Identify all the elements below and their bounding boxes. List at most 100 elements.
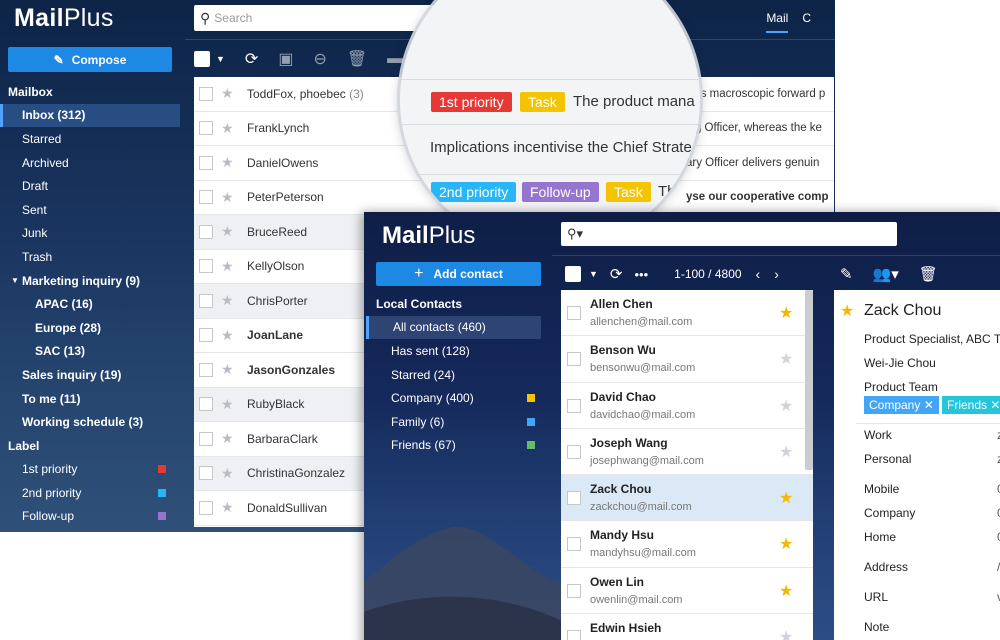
contact-row[interactable]: Mandy Hsu mandyhsu@mail.com ★ — [561, 521, 813, 568]
row-checkbox[interactable] — [199, 190, 213, 205]
star-icon[interactable]: ★ — [221, 396, 237, 413]
sidebar-item-14[interactable]: Working schedule (3) — [0, 410, 180, 434]
row-checkbox[interactable] — [199, 293, 213, 308]
sidebar-item-6[interactable]: Junk — [0, 222, 180, 246]
row-checkbox[interactable] — [199, 431, 213, 446]
star-icon[interactable]: ★ — [779, 303, 793, 323]
add-contact-button[interactable]: + Add contact — [376, 262, 541, 286]
contact-group-4[interactable]: Company (400) — [364, 386, 552, 410]
sidebar-item-10[interactable]: Europe (28) — [0, 316, 180, 340]
row-checkbox[interactable] — [567, 444, 581, 459]
star-icon[interactable]: ★ — [221, 85, 237, 102]
archive-icon[interactable]: ▣ — [278, 49, 293, 69]
sidebar-item-8[interactable]: ▼ Marketing inquiry (9) — [0, 269, 180, 293]
row-checkbox[interactable] — [567, 352, 581, 367]
star-icon[interactable]: ★ — [221, 430, 237, 447]
mailplus-logo[interactable]: MailPlus — [14, 4, 114, 33]
chip-company[interactable]: Company ✕ — [864, 396, 939, 414]
star-icon[interactable]: ★ — [779, 349, 793, 369]
star-icon[interactable]: ★ — [779, 396, 793, 416]
sidebar-item-13[interactable]: To me (11) — [0, 387, 180, 411]
sidebar-item-2[interactable]: Starred — [0, 127, 180, 151]
sidebar-item-7[interactable]: Trash — [0, 245, 180, 269]
select-all-dropdown[interactable]: ▼ — [194, 51, 225, 67]
sidebar-item-18[interactable]: Follow-up — [0, 505, 180, 529]
tab-contacts[interactable]: C — [802, 11, 811, 33]
chevron-down-icon[interactable]: ▼ — [589, 269, 598, 279]
row-checkbox[interactable] — [199, 86, 213, 101]
row-checkbox[interactable] — [199, 466, 213, 481]
star-icon[interactable]: ★ — [221, 120, 237, 137]
sidebar-item-17[interactable]: 2nd priority — [0, 481, 180, 505]
mailplus-logo-contacts[interactable]: MailPlus — [382, 222, 475, 250]
trash-icon[interactable]: 🗑 — [347, 49, 367, 69]
sidebar-item-1[interactable]: Inbox (312) — [0, 103, 180, 128]
row-checkbox[interactable] — [199, 328, 213, 343]
contacts-search-input[interactable]: ⚲▾ — [561, 222, 897, 246]
chevron-right-icon[interactable]: › — [774, 266, 779, 282]
sidebar-item-16[interactable]: 1st priority — [0, 458, 180, 482]
row-checkbox[interactable] — [199, 155, 213, 170]
star-icon[interactable]: ★ — [221, 292, 237, 309]
sidebar-item-12[interactable]: Sales inquiry (19) — [0, 363, 180, 387]
star-icon[interactable]: ★ — [779, 581, 793, 601]
row-checkbox[interactable] — [199, 362, 213, 377]
contact-group-icon[interactable]: 👥▾ — [873, 265, 899, 283]
row-checkbox[interactable] — [567, 630, 581, 640]
star-icon[interactable]: ★ — [221, 465, 237, 482]
star-icon[interactable]: ★ — [221, 361, 237, 378]
sidebar-item-9[interactable]: APAC (16) — [0, 292, 180, 316]
sidebar-item-5[interactable]: Sent — [0, 198, 180, 222]
chevron-left-icon[interactable]: ‹ — [756, 266, 761, 282]
row-checkbox[interactable] — [199, 224, 213, 239]
sidebar-item-11[interactable]: SAC (13) — [0, 340, 180, 364]
star-icon[interactable]: ★ — [221, 327, 237, 344]
refresh-icon[interactable]: ⟳ — [610, 265, 623, 283]
star-icon[interactable]: ★ — [221, 189, 237, 206]
contact-group-5[interactable]: Family (6) — [364, 410, 552, 434]
chip-friends[interactable]: Friends ✕ — [942, 396, 1000, 414]
contact-row[interactable]: Joseph Wang josephwang@mail.com ★ — [561, 429, 813, 476]
block-icon[interactable]: ⊖ — [313, 49, 326, 69]
star-icon[interactable]: ★ — [221, 258, 237, 275]
select-all-checkbox[interactable] — [194, 51, 210, 67]
row-checkbox[interactable] — [567, 583, 581, 598]
contact-row[interactable]: Edwin Hsieh ★ — [561, 614, 813, 640]
contact-group-3[interactable]: Starred (24) — [364, 363, 552, 387]
contact-group-1[interactable]: All contacts (460) — [366, 315, 541, 340]
star-icon[interactable]: ★ — [221, 223, 237, 240]
contact-row[interactable]: David Chao davidchao@mail.com ★ — [561, 383, 813, 429]
contact-list-scrollbar[interactable] — [805, 290, 813, 470]
sidebar-item-4[interactable]: Draft — [0, 174, 180, 198]
contact-row[interactable]: Benson Wu bensonwu@mail.com ★ — [561, 336, 813, 383]
sidebar-item-3[interactable]: Archived — [0, 151, 180, 175]
contact-row[interactable]: Zack Chou zackchou@mail.com ★ — [561, 475, 813, 522]
contact-row[interactable]: Allen Chen allenchen@mail.com ★ — [561, 290, 813, 337]
chevron-down-icon[interactable]: ▼ — [216, 54, 225, 64]
select-all-checkbox[interactable] — [565, 266, 581, 282]
star-icon[interactable]: ★ — [779, 488, 793, 508]
row-checkbox[interactable] — [199, 259, 213, 274]
contact-row[interactable]: Owen Lin owenlin@mail.com ★ — [561, 568, 813, 615]
refresh-icon[interactable]: ⟳ — [245, 49, 258, 69]
star-icon[interactable]: ★ — [221, 499, 237, 516]
caret-down-icon[interactable]: ▼ — [11, 276, 19, 285]
contact-group-6[interactable]: Friends (67) — [364, 434, 552, 458]
star-icon[interactable]: ★ — [779, 534, 793, 554]
row-checkbox[interactable] — [567, 537, 581, 552]
star-icon[interactable]: ★ — [840, 301, 854, 321]
row-checkbox[interactable] — [199, 121, 213, 136]
contact-group-2[interactable]: Has sent (128) — [364, 339, 552, 363]
row-checkbox[interactable] — [199, 397, 213, 412]
tab-mail[interactable]: Mail — [766, 11, 789, 33]
row-checkbox[interactable] — [199, 500, 213, 515]
trash-icon[interactable]: 🗑 — [919, 265, 938, 283]
row-checkbox[interactable] — [567, 491, 581, 506]
star-icon[interactable]: ★ — [779, 442, 793, 462]
compose-button[interactable]: ✎ Compose — [8, 47, 172, 72]
star-icon[interactable]: ★ — [221, 154, 237, 171]
row-checkbox[interactable] — [567, 398, 581, 413]
more-icon[interactable]: ••• — [635, 267, 649, 282]
row-checkbox[interactable] — [567, 306, 581, 320]
star-icon[interactable]: ★ — [779, 627, 793, 640]
